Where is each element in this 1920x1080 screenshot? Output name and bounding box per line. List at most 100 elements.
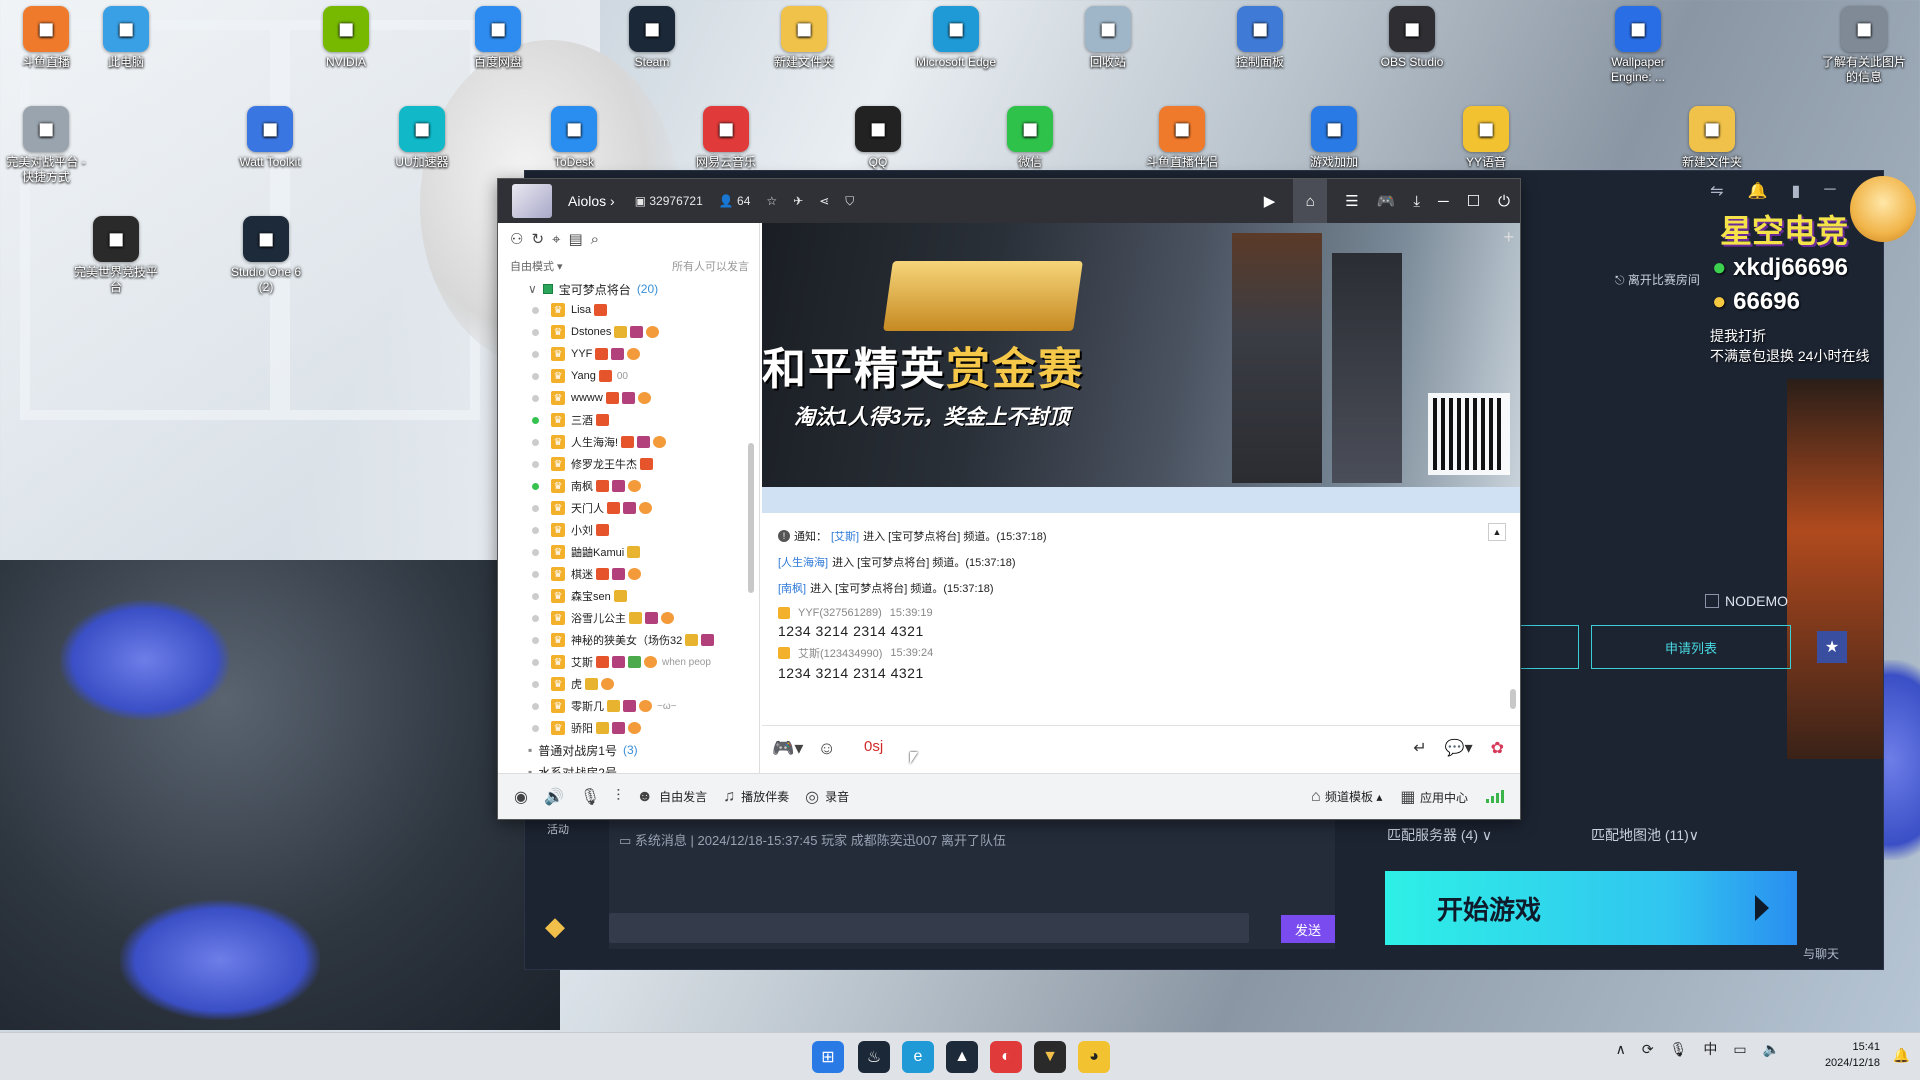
download-icon[interactable]: ⤓ — [1413, 193, 1420, 210]
match-pool-dropdown[interactable]: 匹配地图池 (11)∨ — [1591, 825, 1699, 845]
play-music-button[interactable]: ♫ 播放伴奏 — [723, 788, 789, 806]
desktop-icon[interactable]: ◼ OBS Studio — [1370, 6, 1454, 70]
desktop-icon[interactable]: ◼ 回收站 — [1066, 6, 1150, 70]
enter-icon[interactable]: ↵ — [1413, 738, 1426, 758]
sidebar-scrollbar[interactable] — [748, 443, 754, 593]
subchannel-item[interactable]: ▪ 普通对战房1号 (3) — [498, 739, 748, 761]
flower-icon[interactable]: ✿ — [1491, 738, 1504, 758]
member-row[interactable]: ♛ 南枫 — [498, 475, 748, 497]
chat-input-area[interactable]: 🎮▾ ☺ 0sj ↵ 💬▾ ✿ — [762, 725, 1520, 773]
sync-icon[interactable]: ⟳ — [1642, 1041, 1654, 1058]
edge-icon[interactable]: e — [902, 1041, 934, 1073]
desktop-icon[interactable]: ◼ 网易云音乐 — [684, 106, 768, 170]
netease-music-icon[interactable]: ◐ — [990, 1041, 1022, 1073]
member-row[interactable]: ♛ Dstones — [498, 321, 748, 343]
plus-icon[interactable]: + — [1503, 227, 1514, 248]
speaker-icon[interactable]: 🔈 — [1763, 1041, 1780, 1058]
activity-label[interactable]: 活动 — [547, 821, 569, 837]
desktop-icon[interactable]: ◼ Studio One 6 (2) — [224, 216, 308, 295]
desktop-icon[interactable]: ◼ 游戏加加 — [1292, 106, 1376, 170]
message-user[interactable]: YYF(327561289) — [798, 607, 882, 619]
desktop-icon[interactable]: ◼ YY语音 — [1444, 106, 1528, 170]
channel-owner-name[interactable]: Aiolos › — [568, 193, 615, 209]
game-chat-input[interactable] — [609, 913, 1249, 943]
member-row[interactable]: ♛ 骄阳 — [498, 717, 748, 739]
member-row[interactable]: ♛ 浴雪儿公主 — [498, 607, 748, 629]
scroll-top-icon[interactable]: ▲ — [1488, 523, 1506, 541]
member-row[interactable]: ♛ YYF — [498, 343, 748, 365]
member-row[interactable]: ♛ wwww — [498, 387, 748, 409]
steam-icon[interactable]: ♨ — [858, 1041, 890, 1073]
power-icon[interactable]: ⏻ — [1498, 193, 1510, 210]
member-row[interactable]: ♛ 艾斯 when peop — [498, 651, 748, 673]
notice-user-link[interactable]: [南枫] — [778, 580, 806, 596]
refresh-icon[interactable]: ↻ — [531, 230, 544, 248]
chat-link[interactable]: 与聊天 — [1803, 945, 1839, 962]
gem-icon[interactable]: ◆ — [545, 911, 565, 942]
start-game-button[interactable]: 开始游戏 — [1385, 871, 1797, 945]
perfect-world-icon[interactable]: ▼ — [1034, 1041, 1066, 1073]
speech-bubble-icon[interactable]: 💬▾ — [1445, 738, 1473, 758]
search-icon[interactable]: ⌕ — [591, 231, 599, 248]
star-icon[interactable]: ★ — [1817, 631, 1847, 663]
desktop-icon[interactable]: ◼ QQ — [836, 106, 920, 170]
member-row[interactable]: ♛ 小刘 — [498, 519, 748, 541]
message-user[interactable]: 艾斯(123434990) — [798, 645, 882, 661]
desktop-icon[interactable]: ◼ NVIDIA — [304, 6, 388, 70]
leave-room-button[interactable]: ⎋ 离开比赛房间 — [1615, 271, 1700, 288]
member-row[interactable]: ♛ 人生海海! — [498, 431, 748, 453]
subchannel-item[interactable]: ▪ 水系对战房2号 — [498, 761, 748, 773]
video-icon[interactable]: ▶ — [1264, 192, 1276, 210]
mode-dropdown[interactable]: 自由模式 ▾ — [510, 258, 563, 274]
share-icon[interactable]: ⋖ — [819, 194, 829, 208]
chat-scrollbar[interactable] — [1510, 689, 1516, 709]
request-list-button[interactable]: 申请列表 — [1591, 625, 1791, 669]
studio-one-icon[interactable]: ▲ — [946, 1041, 978, 1073]
desktop-icon[interactable]: ◼ ToDesk — [532, 106, 616, 170]
maximize-icon[interactable]: ☐ — [1467, 192, 1480, 210]
plane-icon[interactable]: ✈ — [793, 194, 803, 208]
match-server-dropdown[interactable]: 匹配服务器 (4) ∨ — [1387, 825, 1492, 845]
app-center-button[interactable]: ▦ 应用中心 — [1400, 787, 1468, 807]
record-button[interactable]: ◎ 录音 — [805, 787, 849, 807]
member-row[interactable]: ♛ 修罗龙王牛杰 — [498, 453, 748, 475]
shield-icon[interactable]: ⛉ — [845, 194, 854, 209]
channel-avatar[interactable] — [512, 184, 552, 218]
collapse-icon[interactable]: ∨ — [528, 282, 537, 296]
desktop-icon[interactable]: ◼ 控制面板 — [1218, 6, 1302, 70]
free-speak-button[interactable]: ☻ 自由发言 — [636, 788, 707, 806]
member-row[interactable]: ♛ 森宝sen — [498, 585, 748, 607]
member-row[interactable]: ♛ 神秘的狭美女（场伤32 — [498, 629, 748, 651]
member-row[interactable]: ♛ 鼬鼬Kamui — [498, 541, 748, 563]
desktop-icon[interactable]: ◼ 微信 — [988, 106, 1072, 170]
network-icon[interactable]: ▭ — [1733, 1041, 1746, 1058]
location-icon[interactable]: ⌖ — [552, 231, 560, 248]
desktop-icon[interactable]: ◼ 百度网盘 — [456, 6, 540, 70]
notice-user-link[interactable]: [人生海海] — [778, 554, 828, 570]
send-button[interactable]: 发送 — [1281, 915, 1335, 943]
desktop-icon[interactable]: ◼ 新建文件夹 — [1670, 106, 1754, 170]
desktop-icon[interactable]: ◼ Microsoft Edge — [914, 6, 998, 70]
channel-header[interactable]: ∨ 宝可梦点将台 (20) — [498, 279, 748, 299]
home-icon[interactable]: ⌂ — [1293, 179, 1328, 223]
member-row[interactable]: ♛ 虎 — [498, 673, 748, 695]
desktop-icon[interactable]: ◼ 斗鱼直播 — [4, 6, 88, 70]
member-row[interactable]: ♛ 棋迷 — [498, 563, 748, 585]
emoji-icon[interactable]: ☺ — [817, 738, 835, 759]
desktop-icon[interactable]: ◼ 此电脑 — [84, 6, 168, 70]
favorite-icon[interactable]: ☆ — [766, 194, 777, 208]
desktop-icon[interactable]: ◼ Wallpaper Engine: ... — [1596, 6, 1680, 85]
user-icon[interactable]: ⚇ — [510, 230, 523, 248]
desktop-icon[interactable]: ◼ 完美对战平台 - 快捷方式 — [4, 106, 88, 185]
desktop-icon[interactable]: ◼ Steam — [610, 6, 694, 70]
ime-indicator[interactable]: 中 — [1703, 1039, 1717, 1059]
mic-button[interactable]: 🎙 — [580, 787, 600, 807]
notice-user-link[interactable]: [艾斯] — [831, 528, 859, 544]
desktop-icon[interactable]: ◼ 新建文件夹 — [762, 6, 846, 70]
desktop-icon[interactable]: ◼ Watt Toolkit — [228, 106, 312, 170]
channel-template-button[interactable]: ⌂ 频道模板 ▴ — [1311, 788, 1382, 806]
notification-bell-icon[interactable]: 🔔 — [1893, 1047, 1910, 1064]
event-banner[interactable]: 和平精英赏金赛 淘汰1人得3元，奖金上不封顶 + — [762, 223, 1520, 487]
member-row[interactable]: ♛ Yang 00 — [498, 365, 748, 387]
board-icon[interactable]: ▤ — [568, 230, 582, 248]
